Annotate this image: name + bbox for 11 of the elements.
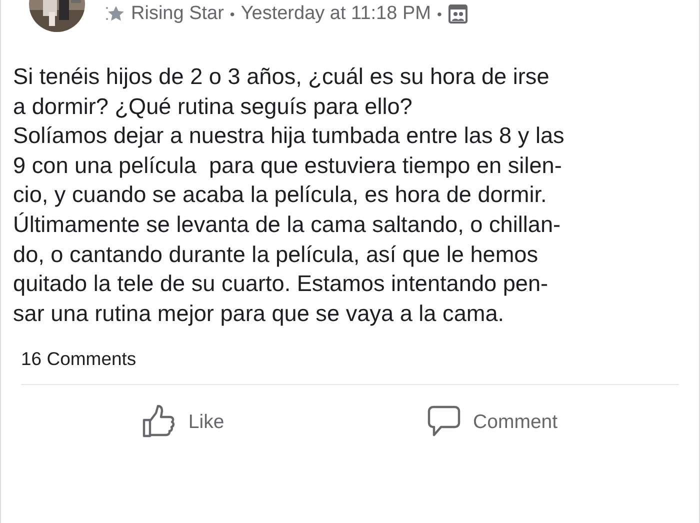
comments-count[interactable]: 16 Comments [21, 348, 136, 370]
post-time: Yesterday at 11:18 PM [240, 3, 431, 25]
post-text: Solíamos dejar a nuestra hija tumbada entre las 8 y las 9 con una película para que estuviera tiempo en silen- cio, y cuando se acaba la película, es hora de dormir. Últimamente se levanta de la cama saltando, o chillan- do, o cantando durante la película, así que le hemos quitado la tele de su cuarto. Estamos intentando pen- sar una rutina mejor para que se vaya a la cama. [12, 122, 566, 328]
separator-dot: • [436, 6, 442, 22]
group-icon [448, 4, 468, 24]
badge-label: Rising Star [131, 3, 224, 25]
comment-button[interactable]: Comment [419, 401, 566, 444]
thumbs-up-icon [142, 405, 176, 440]
post-question: Si tenéis hijos de 2 o 3 años, ¿cuál es su hora de irse a dormir? ¿Qué rutina seguís para ello? [12, 63, 550, 121]
separator-dot: • [230, 6, 235, 22]
like-button[interactable]: Like [134, 401, 232, 444]
